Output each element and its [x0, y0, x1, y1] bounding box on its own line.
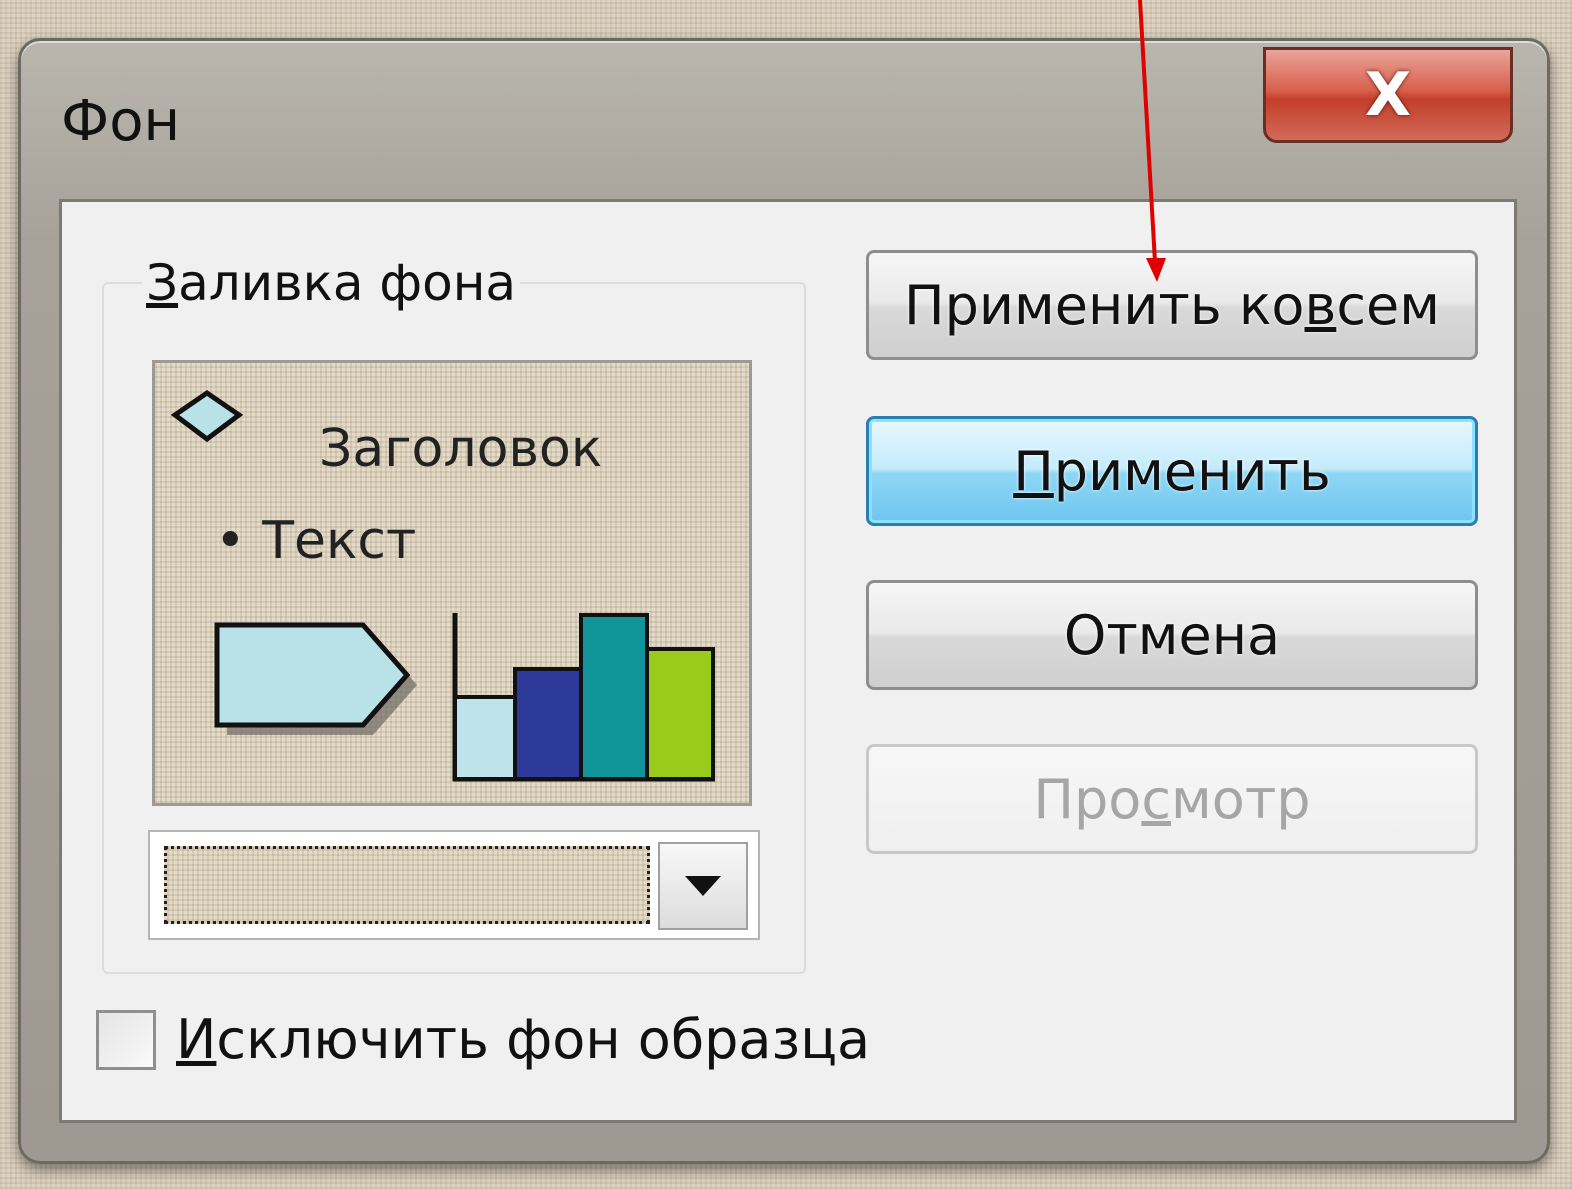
- annotation-arrow-head: [1146, 258, 1166, 282]
- annotation-arrow-line: [1138, 0, 1157, 263]
- annotation-arrow: [1138, 0, 1166, 282]
